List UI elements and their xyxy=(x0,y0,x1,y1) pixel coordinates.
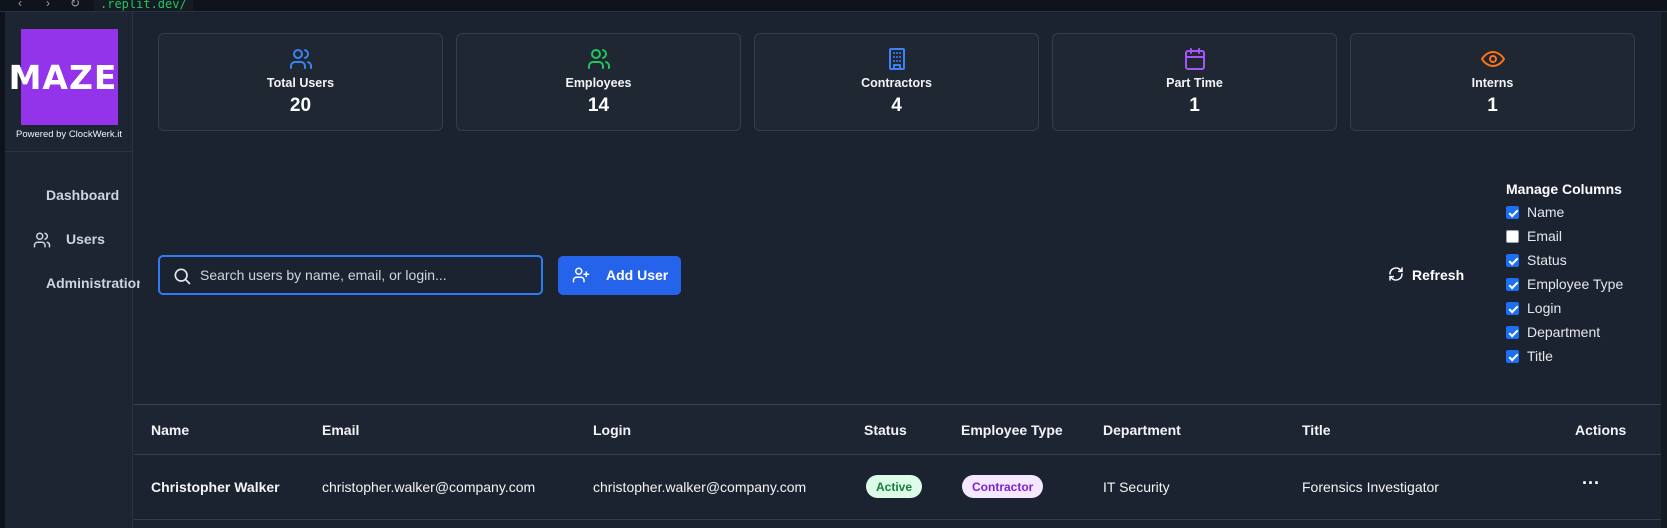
sidebar-item-users[interactable]: Users xyxy=(5,226,140,254)
eye-icon xyxy=(1480,51,1505,67)
column-toggle-email[interactable]: Email xyxy=(1506,227,1656,251)
manage-columns-title: Manage Columns xyxy=(1506,181,1622,197)
scrollbar[interactable] xyxy=(1661,12,1667,528)
stat-value: 1 xyxy=(1189,95,1200,116)
checkbox[interactable] xyxy=(1506,302,1519,315)
row-actions-menu-icon[interactable]: ··· xyxy=(1579,474,1603,495)
stat-value: 20 xyxy=(289,95,312,116)
search-box[interactable] xyxy=(158,255,543,295)
sidebar: MAZE Powered by ClockWerk.it Dashboard U… xyxy=(5,12,140,528)
stat-card-contractors: Contractors 4 xyxy=(754,33,1039,131)
cell-title: Forensics Investigator xyxy=(1302,479,1439,495)
sidebar-item-administration[interactable]: Administration xyxy=(5,270,140,298)
checkbox[interactable] xyxy=(1506,230,1519,243)
reload-icon[interactable]: ↻ xyxy=(70,0,80,10)
column-toggle-department[interactable]: Department xyxy=(1506,323,1656,347)
status-badge: Active xyxy=(866,475,923,498)
users-icon xyxy=(587,49,610,69)
column-header-actions: Actions xyxy=(1575,422,1627,438)
stat-card-employees: Employees 14 xyxy=(456,33,741,131)
column-option-label: Status xyxy=(1527,252,1567,268)
manage-columns-panel: Manage Columns Name Email Status Employe… xyxy=(1506,181,1656,371)
column-option-label: Email xyxy=(1527,228,1563,244)
sidebar-item-dashboard[interactable]: Dashboard xyxy=(5,182,140,210)
refresh-icon xyxy=(1389,267,1403,281)
stat-card-part-time: Part Time 1 xyxy=(1052,33,1337,131)
powered-by-text: Powered by ClockWerk.it xyxy=(16,129,122,140)
column-option-label: Title xyxy=(1527,348,1553,364)
cell-login: christopher.walker@company.com xyxy=(593,479,807,495)
cell-name: Christopher Walker xyxy=(151,479,280,495)
search-input[interactable] xyxy=(200,263,530,287)
stat-label: Contractors xyxy=(861,76,932,90)
logo-area: MAZE Powered by ClockWerk.it xyxy=(5,12,133,152)
column-header-department[interactable]: Department xyxy=(1103,422,1181,438)
cell-department: IT Security xyxy=(1103,479,1170,495)
forward-icon[interactable]: › xyxy=(46,0,50,10)
column-header-employee-type[interactable]: Employee Type xyxy=(961,422,1063,438)
column-header-title[interactable]: Title xyxy=(1302,422,1331,438)
column-toggle-employee-type[interactable]: Employee Type xyxy=(1506,275,1656,299)
stat-value: 1 xyxy=(1487,95,1498,116)
checkbox[interactable] xyxy=(1506,254,1519,267)
logo-text: MAZE xyxy=(8,58,118,97)
sidebar-item-label: Administration xyxy=(46,275,140,291)
add-user-button[interactable]: Add User xyxy=(558,256,681,295)
checkbox[interactable] xyxy=(1506,326,1519,339)
checkbox[interactable] xyxy=(1506,350,1519,363)
sidebar-item-label: Dashboard xyxy=(46,187,120,203)
building-icon xyxy=(888,48,905,70)
stat-label: Interns xyxy=(1471,76,1514,90)
column-toggle-title[interactable]: Title xyxy=(1506,347,1656,371)
add-user-label: Add User xyxy=(606,267,669,283)
refresh-label: Refresh xyxy=(1412,267,1465,283)
table-row[interactable]: Christopher Walker christopher.walker@co… xyxy=(134,455,1667,520)
address-bar[interactable]: .replit.dev/ xyxy=(94,0,193,11)
column-toggle-status[interactable]: Status xyxy=(1506,251,1656,275)
user-plus-icon xyxy=(572,267,590,283)
table-header: Name Email Login Status Employee Type De… xyxy=(134,405,1667,455)
column-header-name[interactable]: Name xyxy=(151,422,189,438)
column-toggle-name[interactable]: Name xyxy=(1506,203,1656,227)
users-icon xyxy=(33,232,51,248)
browser-bar: ‹ › ↻ .replit.dev/ xyxy=(0,0,1667,12)
column-toggle-login[interactable]: Login xyxy=(1506,299,1656,323)
column-option-label: Employee Type xyxy=(1527,276,1624,292)
stat-value: 14 xyxy=(587,95,610,116)
employee-type-badge: Contractor xyxy=(962,475,1044,498)
column-header-status[interactable]: Status xyxy=(864,422,907,438)
users-icon xyxy=(289,49,312,69)
stat-label: Employees xyxy=(565,76,632,90)
sidebar-item-label: Users xyxy=(66,231,105,247)
stat-card-total-users: Total Users 20 xyxy=(158,33,443,131)
column-option-label: Name xyxy=(1527,204,1565,220)
column-header-login[interactable]: Login xyxy=(593,422,631,438)
stat-value: 4 xyxy=(891,95,902,116)
stat-label: Part Time xyxy=(1166,76,1223,90)
column-option-label: Login xyxy=(1527,300,1562,316)
users-table: Name Email Login Status Employee Type De… xyxy=(134,404,1667,528)
cell-email: christopher.walker@company.com xyxy=(322,479,536,495)
search-icon xyxy=(174,268,191,285)
column-header-email[interactable]: Email xyxy=(322,422,359,438)
stat-label: Total Users xyxy=(266,76,335,90)
back-icon[interactable]: ‹ xyxy=(18,0,22,10)
stat-card-interns: Interns 1 xyxy=(1350,33,1635,131)
column-option-label: Department xyxy=(1527,324,1601,340)
checkbox[interactable] xyxy=(1506,278,1519,291)
checkbox[interactable] xyxy=(1506,206,1519,219)
calendar-icon xyxy=(1184,48,1205,70)
